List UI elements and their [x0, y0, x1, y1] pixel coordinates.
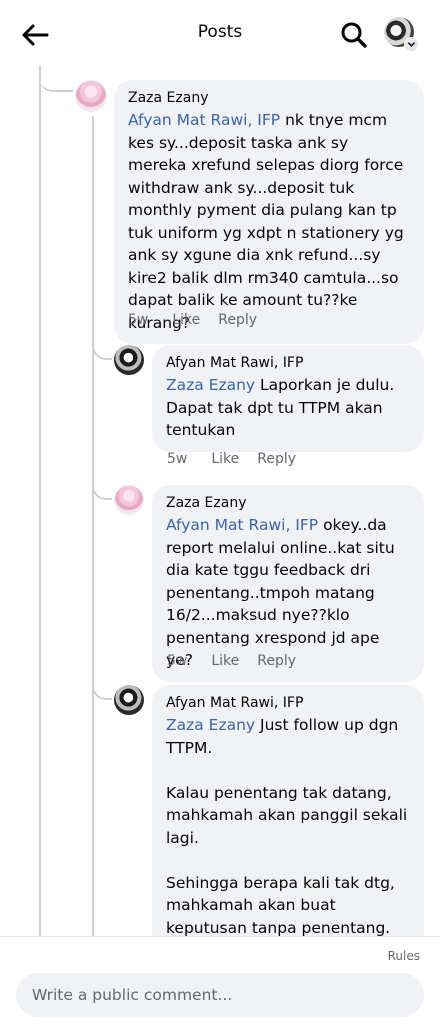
- search-icon: [341, 22, 367, 48]
- comment-bubble: Zaza Ezany Afyan Mat Rawi, IFP nk tnye m…: [114, 80, 424, 344]
- profile-menu-button[interactable]: [384, 17, 420, 53]
- mention-link[interactable]: Afyan Mat Rawi, IFP: [166, 516, 318, 534]
- comment-bubble: Afyan Mat Rawi, IFP Zaza Ezany Just foll…: [152, 685, 424, 949]
- like-button[interactable]: Like: [172, 312, 200, 328]
- comment-author[interactable]: Zaza Ezany: [128, 89, 410, 108]
- search-button[interactable]: [337, 18, 371, 52]
- top-bar: Posts: [0, 0, 440, 66]
- comment-author[interactable]: Zaza Ezany: [166, 494, 410, 513]
- comment-actions: 5w Like Reply: [167, 451, 296, 467]
- comment-text: Afyan Mat Rawi, IFP nk tnye mcm kes sy..…: [128, 111, 409, 332]
- like-button[interactable]: Like: [211, 653, 239, 669]
- comment-actions: 5w Like Reply: [128, 312, 257, 328]
- comment-text: Afyan Mat Rawi, IFP okey..da report mela…: [166, 516, 400, 669]
- thread-line: [92, 116, 94, 936]
- comment-input[interactable]: [16, 973, 424, 1017]
- chevron-down-icon: [404, 37, 419, 52]
- avatar[interactable]: [114, 485, 144, 515]
- thread-branch: [39, 66, 73, 92]
- thread-branch: [92, 670, 112, 700]
- comment-actions: 5w Like Reply: [167, 653, 296, 669]
- avatar[interactable]: [114, 685, 144, 715]
- comment-time[interactable]: 5w: [128, 312, 148, 328]
- rules-link[interactable]: Rules: [388, 949, 420, 963]
- thread-branch: [92, 330, 112, 360]
- page-title: Posts: [197, 22, 243, 42]
- mention-link[interactable]: Zaza Ezany: [166, 716, 255, 734]
- comment-composer: Rules: [0, 936, 440, 1024]
- like-button[interactable]: Like: [211, 451, 239, 467]
- back-arrow-icon: [22, 24, 49, 46]
- comment-bubble: Afyan Mat Rawi, IFP Zaza Ezany Laporkan …: [152, 345, 424, 452]
- reply-button[interactable]: Reply: [257, 653, 296, 669]
- mention-link[interactable]: Afyan Mat Rawi, IFP: [128, 111, 280, 129]
- thread-branch: [92, 470, 112, 500]
- thread-line: [39, 66, 41, 936]
- comment-author[interactable]: Afyan Mat Rawi, IFP: [166, 694, 410, 713]
- back-button[interactable]: [18, 18, 52, 52]
- avatar[interactable]: [75, 80, 107, 112]
- comment-author[interactable]: Afyan Mat Rawi, IFP: [166, 354, 410, 373]
- reply-button[interactable]: Reply: [257, 451, 296, 467]
- comment-text: Zaza Ezany Laporkan je dulu. Dapat tak d…: [166, 376, 400, 439]
- avatar[interactable]: [114, 345, 144, 375]
- comment-time[interactable]: 5w: [167, 451, 187, 467]
- reply-button[interactable]: Reply: [218, 312, 257, 328]
- comment-time[interactable]: 5w: [167, 653, 187, 669]
- comment-text: Zaza Ezany Just follow up dgn TTPM. Kala…: [166, 716, 408, 937]
- mention-link[interactable]: Zaza Ezany: [166, 376, 255, 394]
